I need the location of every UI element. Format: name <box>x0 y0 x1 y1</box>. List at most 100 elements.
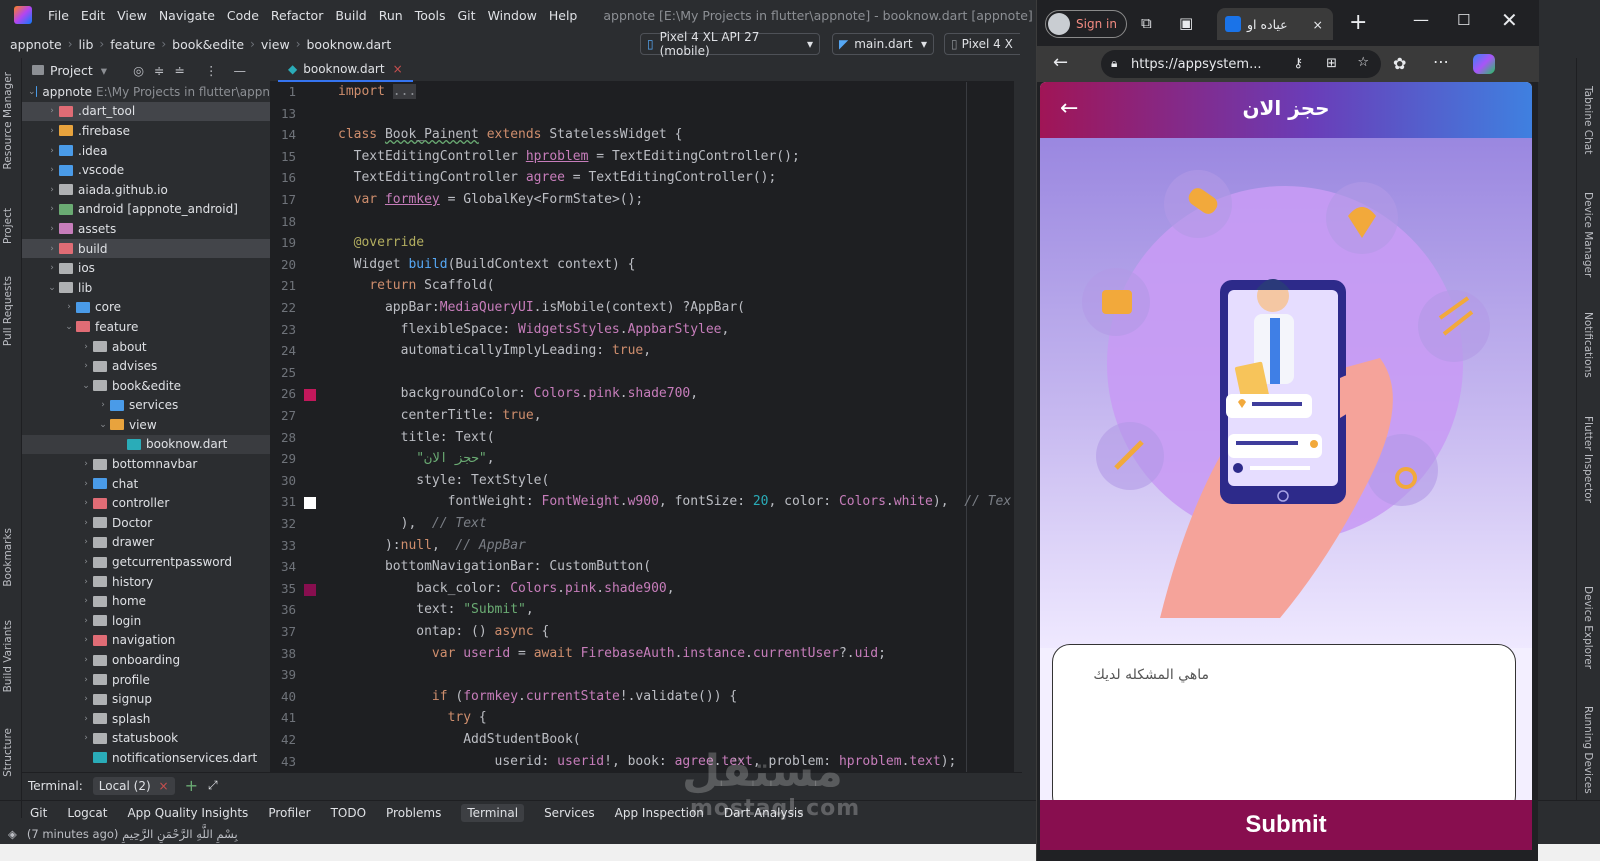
tree-item[interactable]: ⌄ lib <box>22 278 270 298</box>
menu-navigate[interactable]: Navigate <box>153 8 221 23</box>
apps-icon[interactable]: ⊞ <box>1326 56 1337 71</box>
copilot-icon[interactable] <box>1473 54 1495 74</box>
hide-panel-icon[interactable]: — <box>233 63 246 78</box>
tree-item[interactable]: › history <box>22 572 270 592</box>
tool-window-git[interactable]: Git <box>30 806 47 820</box>
close-icon[interactable]: × <box>159 779 169 793</box>
project-tab[interactable]: Project <box>2 208 14 244</box>
code-line[interactable]: ontap: () async { <box>338 624 549 639</box>
code-line[interactable]: back_color: Colors.pink.shade900, <box>338 581 674 596</box>
terminal-tab-local[interactable]: Local (2) × <box>92 776 175 795</box>
tree-item[interactable]: › splash <box>22 709 270 729</box>
key-icon[interactable]: ⚷ <box>1293 56 1303 71</box>
run-config-selector[interactable]: ◤ main.dart ▾ <box>832 33 934 55</box>
chevron-right-icon[interactable]: › <box>79 616 93 626</box>
menu-git[interactable]: Git <box>452 8 482 23</box>
tool-window-todo[interactable]: TODO <box>331 806 366 820</box>
chevron-right-icon[interactable]: › <box>45 185 59 195</box>
tree-item[interactable]: › login <box>22 611 270 631</box>
tree-item[interactable]: › .firebase <box>22 121 270 141</box>
code-line[interactable]: import ... <box>338 84 417 99</box>
code-line[interactable]: var formkey = GlobalKey<FormState>(); <box>338 192 644 207</box>
breadcrumb-item[interactable]: lib <box>79 37 94 52</box>
code-line[interactable]: TextEditingController agree = TextEditin… <box>338 170 777 185</box>
bookmarks-tab[interactable]: Bookmarks <box>2 528 14 587</box>
chevron-right-icon[interactable]: › <box>96 400 110 410</box>
code-line[interactable]: AddStudentBook( <box>338 732 580 747</box>
chevron-right-icon[interactable]: › <box>45 126 59 136</box>
tree-item[interactable]: › .dart_tool <box>22 101 270 122</box>
submit-button[interactable]: Submit <box>1040 800 1532 850</box>
url-field[interactable]: 🔒︎ https://appsystem... ⚷ ⊞ ☆ <box>1101 50 1381 78</box>
chevron-right-icon[interactable]: › <box>79 459 93 469</box>
code-line[interactable]: bottomNavigationBar: CustomButton( <box>338 559 651 574</box>
code-line[interactable]: flexibleSpace: WidgetsStyles.AppbarStyle… <box>338 322 730 337</box>
menu-edit[interactable]: Edit <box>75 8 111 23</box>
menu-refactor[interactable]: Refactor <box>265 8 329 23</box>
tree-item[interactable]: ⌄ appnote E:\My Projects in flutter\appn <box>22 82 270 102</box>
chevron-right-icon[interactable]: › <box>79 635 93 645</box>
menu-file[interactable]: File <box>42 8 75 23</box>
browser-tab[interactable]: عياده او × <box>1217 8 1333 40</box>
new-tab-icon[interactable]: + <box>1349 10 1367 35</box>
breadcrumb-item[interactable]: view <box>261 37 290 52</box>
extensions-icon[interactable]: ✿ <box>1393 54 1406 73</box>
expand-icon[interactable]: ⤢ <box>208 778 218 793</box>
chevron-right-icon[interactable]: › <box>79 577 93 587</box>
chevron-right-icon[interactable]: › <box>79 655 93 665</box>
menu-window[interactable]: Window <box>482 8 543 23</box>
code-line[interactable]: var userid = await FirebaseAuth.instance… <box>338 646 886 661</box>
code-line[interactable]: automaticallyImplyLeading: true, <box>338 343 651 358</box>
chevron-right-icon[interactable]: › <box>45 146 59 156</box>
code-line[interactable]: Widget build(BuildContext context) { <box>338 257 636 272</box>
tabnine-chat-tab[interactable]: Tabnine Chat <box>1582 86 1594 154</box>
device-explorer-tab[interactable]: Device Explorer <box>1582 586 1594 669</box>
close-window-icon[interactable]: ✕ <box>1501 8 1518 32</box>
code-line[interactable]: centerTitle: true, <box>338 408 542 423</box>
more-options-icon[interactable]: ⋮ <box>205 63 218 78</box>
chevron-right-icon[interactable]: › <box>79 714 93 724</box>
code-line[interactable]: userid: userid!, book: agree.text, probl… <box>338 754 957 769</box>
code-line[interactable]: fontWeight: FontWeight.w900, fontSize: 2… <box>338 494 1012 509</box>
menu-help[interactable]: Help <box>543 8 584 23</box>
code-line[interactable]: try { <box>338 710 487 725</box>
color-swatch-icon[interactable] <box>304 583 316 596</box>
tree-item[interactable]: › statusbook <box>22 729 270 749</box>
chevron-right-icon[interactable]: › <box>79 675 93 685</box>
close-icon[interactable]: × <box>393 62 403 76</box>
tree-item[interactable]: › ios <box>22 258 270 278</box>
code-line[interactable]: backgroundColor: Colors.pink.shade700, <box>338 386 698 401</box>
chevron-right-icon[interactable]: › <box>79 733 93 743</box>
structure-tab[interactable]: Structure <box>2 728 14 777</box>
favorite-star-icon[interactable]: ☆ <box>1357 55 1369 70</box>
code-line[interactable]: appBar:MediaQueryUI.isMobile(context) ?A… <box>338 300 745 315</box>
tree-item[interactable]: › android [appnote_android] <box>22 200 270 220</box>
menu-tools[interactable]: Tools <box>409 8 452 23</box>
problem-input[interactable]: ماهي المشكله لديك <box>1052 644 1516 814</box>
tree-item[interactable]: notificationservices.dart <box>22 748 270 768</box>
chevron-right-icon[interactable]: › <box>79 694 93 704</box>
tree-item[interactable]: › signup <box>22 689 270 709</box>
breadcrumb-item[interactable]: booknow.dart <box>307 37 392 52</box>
tool-window-services[interactable]: Services <box>544 806 595 820</box>
collections-icon[interactable]: ⧉ <box>1141 14 1152 32</box>
chevron-right-icon[interactable]: › <box>79 498 93 508</box>
tree-item[interactable]: › drawer <box>22 533 270 553</box>
notifications-tab[interactable]: Notifications <box>1582 312 1594 378</box>
code-line[interactable]: title: Text( <box>338 430 495 445</box>
tree-item[interactable]: › bottomnavbar <box>22 454 270 474</box>
tree-item[interactable]: › navigation <box>22 631 270 651</box>
tab-booknow[interactable]: ◆ booknow.dart × <box>278 58 413 82</box>
tool-window-problems[interactable]: Problems <box>386 806 441 820</box>
resource-manager-tab[interactable]: Resource Manager <box>2 72 14 170</box>
code-line[interactable]: style: TextStyle( <box>338 473 549 488</box>
device-selector-2[interactable]: ▯ Pixel 4 X <box>944 33 1020 55</box>
add-tab-icon[interactable]: + <box>185 776 198 795</box>
tree-item[interactable]: ⌄ feature <box>22 317 270 337</box>
tree-item[interactable]: › profile <box>22 670 270 690</box>
device-selector[interactable]: ▯ Pixel 4 XL API 27 (mobile) ▾ <box>640 30 820 58</box>
expand-all-icon[interactable]: ≑ <box>154 63 164 78</box>
maximize-icon[interactable]: ☐ <box>1457 11 1470 29</box>
build-variants-tab[interactable]: Build Variants <box>2 620 14 692</box>
minimize-icon[interactable]: — <box>1413 10 1429 29</box>
